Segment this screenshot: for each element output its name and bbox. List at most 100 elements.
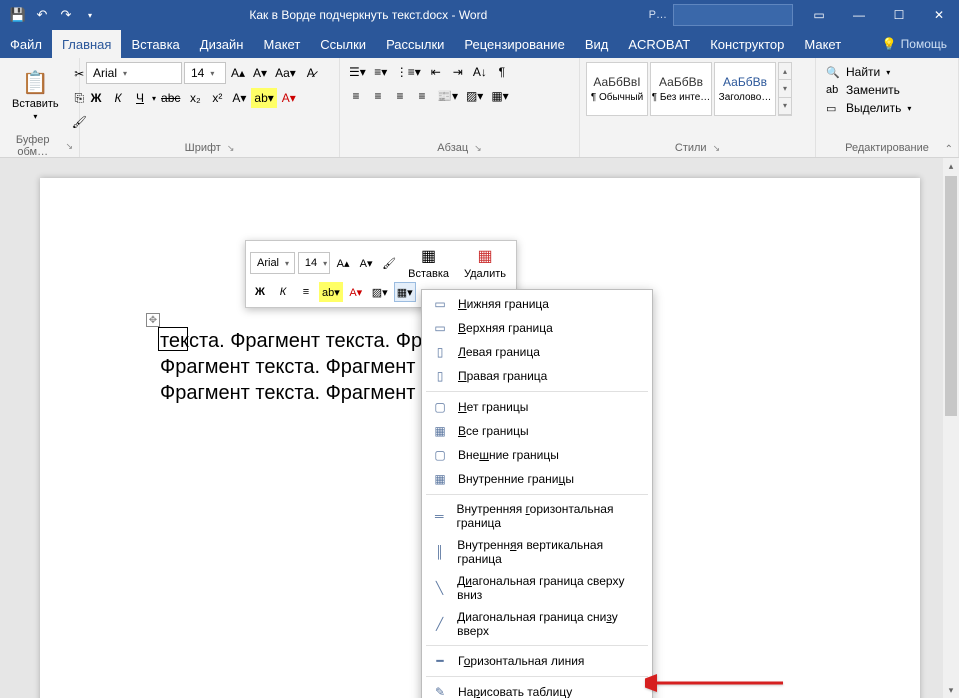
close-icon[interactable]: ✕: [919, 0, 959, 30]
borders-item-draw[interactable]: ✎Нарисовать таблицу: [422, 680, 652, 698]
shading-button[interactable]: ▨▾: [463, 86, 486, 106]
scroll-down-icon[interactable]: ▾: [943, 682, 959, 698]
borders-item-inside[interactable]: ▦Внутренние границы: [422, 467, 652, 491]
font-color-button[interactable]: A▾: [346, 282, 366, 302]
borders-item-in-v[interactable]: ║Внутренняя вертикальная граница: [422, 534, 652, 570]
align-center-button[interactable]: ≡: [368, 86, 388, 106]
minimize-icon[interactable]: ―: [839, 0, 879, 30]
page[interactable]: ✥ текста. Фрагмент текста. Фрагмент текс…: [40, 178, 920, 698]
tab-acrobat[interactable]: ACROBAT: [618, 30, 700, 58]
tab-constructor[interactable]: Конструктор: [700, 30, 794, 58]
tell-me[interactable]: 💡Помощь: [870, 30, 959, 58]
borders-item-top[interactable]: ▭Верхняя граница: [422, 316, 652, 340]
mini-delete-button[interactable]: ▦Удалить: [458, 246, 512, 280]
undo-icon[interactable]: ↶: [34, 7, 50, 23]
font-size-combo[interactable]: 14▾: [184, 62, 226, 84]
justify-button[interactable]: ≡: [412, 86, 432, 106]
text-effects-button[interactable]: A▾: [229, 88, 249, 108]
mini-size-combo[interactable]: 14▾: [298, 252, 330, 274]
multilevel-button[interactable]: ⋮≡▾: [393, 62, 424, 82]
show-marks-button[interactable]: ¶: [492, 62, 512, 82]
table-move-handle-icon[interactable]: ✥: [146, 313, 160, 327]
line-spacing-button[interactable]: 📰▾: [434, 86, 461, 106]
borders-button[interactable]: ▦▾: [488, 86, 511, 106]
grow-font-button[interactable]: A▴: [228, 63, 248, 83]
italic-button[interactable]: К: [273, 282, 293, 302]
save-icon[interactable]: 💾: [10, 7, 26, 23]
underline-button[interactable]: Ч: [130, 88, 150, 108]
numbering-button[interactable]: ≡▾: [371, 62, 391, 82]
bullets-button[interactable]: ☰▾: [346, 62, 369, 82]
tab-file[interactable]: Файл: [0, 30, 52, 58]
style-gallery[interactable]: АаБбВвI¶ Обычный АаБбВв¶ Без инте… АаБбВ…: [586, 62, 792, 116]
borders-item-none[interactable]: ▢Нет границы: [422, 395, 652, 419]
tab-review[interactable]: Рецензирование: [454, 30, 574, 58]
superscript-button[interactable]: x²: [207, 88, 227, 108]
find-button[interactable]: 🔍Найти▾: [822, 64, 915, 80]
borders-item-bottom[interactable]: ▭Нижняя граница: [422, 292, 652, 316]
select-button[interactable]: ▭Выделить▾: [822, 100, 915, 116]
sort-button[interactable]: A↓: [470, 62, 490, 82]
shrink-font-button[interactable]: A▾: [250, 63, 270, 83]
borders-item-all[interactable]: ▦Все границы: [422, 419, 652, 443]
ribbon-options-icon[interactable]: ▭: [799, 0, 839, 30]
tab-references[interactable]: Ссылки: [310, 30, 376, 58]
vertical-scrollbar[interactable]: ▴ ▾: [943, 158, 959, 698]
bold-button[interactable]: Ж: [250, 282, 270, 302]
dialog-launcher-icon[interactable]: ↘: [713, 143, 721, 154]
borders-item-right[interactable]: ▯Правая граница: [422, 364, 652, 388]
borders-item-in-h[interactable]: ═Внутренняя горизонтальная граница: [422, 498, 652, 534]
font-name-combo[interactable]: Arial▾: [86, 62, 182, 84]
replace-button[interactable]: abЗаменить: [822, 82, 915, 98]
maximize-icon[interactable]: ☐: [879, 0, 919, 30]
subscript-button[interactable]: x₂: [185, 88, 205, 108]
dialog-launcher-icon[interactable]: ↘: [65, 141, 73, 152]
decrease-indent-button[interactable]: ⇤: [426, 62, 446, 82]
scroll-thumb[interactable]: [945, 176, 957, 416]
redo-icon[interactable]: ↷: [58, 7, 74, 23]
borders-item-diag-up[interactable]: ╱Диагональная граница снизу вверх: [422, 606, 652, 642]
highlight-button[interactable]: ab▾: [251, 88, 276, 108]
account-indicator[interactable]: Р…: [629, 9, 673, 21]
dialog-launcher-icon[interactable]: ↘: [227, 143, 235, 154]
change-case-button[interactable]: Aa▾: [272, 63, 299, 83]
increase-indent-button[interactable]: ⇥: [448, 62, 468, 82]
highlight-button[interactable]: ab▾: [319, 282, 343, 302]
strike-button[interactable]: abc: [158, 88, 183, 108]
grow-font-button[interactable]: A▴: [333, 253, 353, 273]
tab-layout[interactable]: Макет: [253, 30, 310, 58]
chevron-down-icon[interactable]: ▾: [152, 94, 156, 103]
scroll-up-icon[interactable]: ▴: [943, 158, 959, 174]
bold-button[interactable]: Ж: [86, 88, 106, 108]
align-left-button[interactable]: ≡: [346, 86, 366, 106]
mini-insert-button[interactable]: ▦Вставка: [402, 246, 455, 280]
dialog-launcher-icon[interactable]: ↘: [474, 143, 482, 154]
collapse-ribbon-icon[interactable]: ⌃: [945, 144, 953, 155]
format-painter-button[interactable]: 🖌: [379, 253, 399, 273]
clear-formatting-button[interactable]: A̷: [301, 63, 321, 83]
account-box[interactable]: [673, 4, 793, 26]
borders-item-diag-down[interactable]: ╲Диагональная граница сверху вниз: [422, 570, 652, 606]
style-normal[interactable]: АаБбВвI¶ Обычный: [586, 62, 648, 116]
borders-item-hline[interactable]: ━Горизонтальная линия: [422, 649, 652, 673]
italic-button[interactable]: К: [108, 88, 128, 108]
borders-item-outside[interactable]: ▢Внешние границы: [422, 443, 652, 467]
tab-design[interactable]: Дизайн: [190, 30, 254, 58]
align-right-button[interactable]: ≡: [390, 86, 410, 106]
style-nospacing[interactable]: АаБбВв¶ Без инте…: [650, 62, 712, 116]
tab-view[interactable]: Вид: [575, 30, 619, 58]
qat-more-icon[interactable]: ▾: [82, 7, 98, 23]
font-color-button[interactable]: A▾: [279, 88, 299, 108]
shading-button[interactable]: ▨▾: [369, 282, 391, 302]
style-gallery-scroll[interactable]: ▴▾▾: [778, 62, 792, 116]
borders-item-left[interactable]: ▯Левая граница: [422, 340, 652, 364]
tab-insert[interactable]: Вставка: [121, 30, 189, 58]
mini-font-combo[interactable]: Arial▾: [250, 252, 295, 274]
style-heading[interactable]: АаБбВвЗаголово…: [714, 62, 776, 116]
tab-layout2[interactable]: Макет: [794, 30, 851, 58]
borders-dropdown-button[interactable]: ▦▾: [394, 282, 416, 302]
paste-button[interactable]: 📋 Вставить ▾: [6, 62, 65, 128]
tab-mailings[interactable]: Рассылки: [376, 30, 454, 58]
tab-home[interactable]: Главная: [52, 30, 121, 58]
align-button[interactable]: ≡: [296, 282, 316, 302]
